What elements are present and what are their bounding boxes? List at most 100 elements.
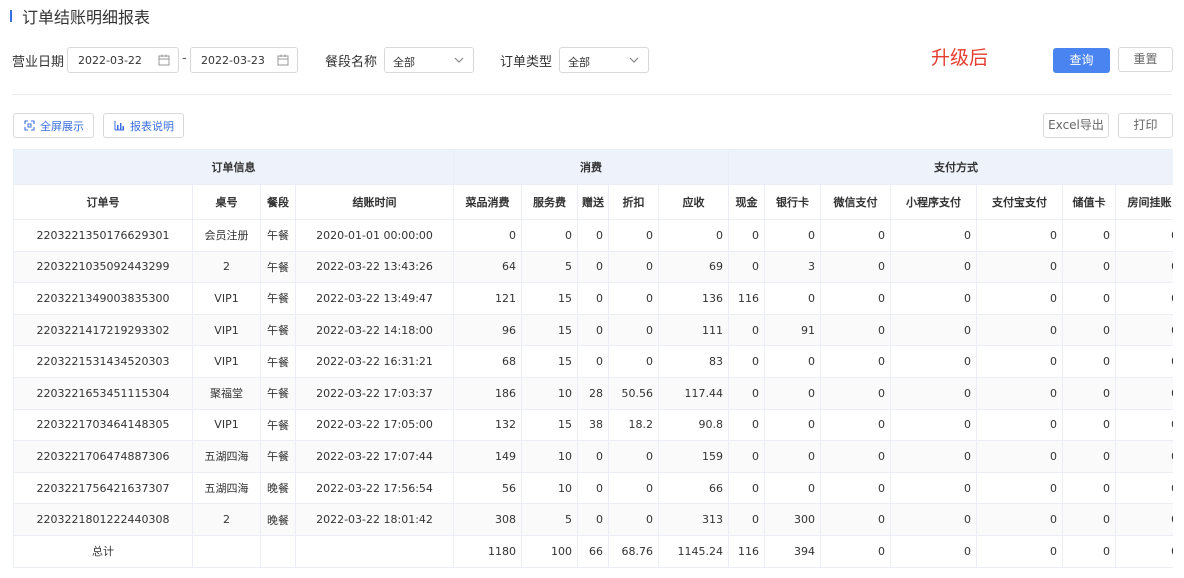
table-cell: 83	[657, 345, 730, 378]
table-cell: 96	[453, 313, 522, 347]
table-cell: 午餐	[260, 250, 296, 284]
table-cell: 313	[657, 503, 730, 536]
bar-chart-icon	[114, 121, 124, 131]
table-cell: 308	[453, 503, 522, 536]
table-cell: 10	[521, 376, 578, 410]
chevron-down-icon	[629, 57, 639, 63]
reset-button[interactable]: 重置	[1118, 47, 1173, 72]
table-cell: 午餐	[260, 313, 296, 347]
table-cell: 0	[577, 219, 609, 252]
table-cell: 15	[521, 282, 578, 315]
table-cell: 0	[764, 282, 822, 315]
date-start-picker[interactable]: 2022-03-22	[67, 47, 179, 73]
column-header: 现金	[728, 184, 766, 220]
total-cell: 0	[890, 534, 978, 568]
table-cell: 午餐	[260, 282, 296, 315]
table-row: 2203221703464148305 VIP1 午餐 2022-03-22 17:0…	[13, 408, 1173, 442]
table-cell: 会员注册	[192, 219, 261, 252]
date-end-picker[interactable]: 2022-03-23	[190, 47, 298, 73]
table-cell: 0	[1115, 440, 1173, 473]
table-cell: 0	[1115, 503, 1173, 536]
table-cell: 0	[976, 408, 1064, 442]
table-cell: 3	[764, 250, 822, 284]
column-header: 折扣	[608, 184, 659, 220]
table-cell: 午餐	[260, 376, 296, 410]
table-cell: 28	[577, 376, 609, 410]
table-cell: 0	[764, 440, 822, 473]
table-cell: 0	[577, 250, 609, 284]
title-accent-bar	[10, 10, 12, 22]
total-cell: 66	[577, 534, 609, 568]
table-cell: 0	[608, 250, 659, 284]
column-header: 微信支付	[820, 184, 892, 220]
table-cell: 2022-03-22 16:31:21	[295, 345, 454, 378]
table-cell: 300	[764, 503, 822, 536]
date-separator: -	[182, 51, 187, 66]
table-cell: 0	[890, 282, 978, 315]
table-cell: VIP1	[192, 408, 261, 442]
page-title: 订单结账明细报表	[22, 8, 151, 27]
total-label: 总计	[13, 534, 193, 568]
column-header: 应收	[657, 184, 730, 220]
order-detail-table[interactable]: 订单信息 消费 支付方式 订单号 桌号 餐段 结账时间 菜品消费 服务费 赠送 折扣 应收 现金银…	[13, 149, 1173, 569]
table-cell: 0	[976, 282, 1064, 315]
table-cell: 0	[820, 345, 892, 378]
table-cell: 5	[521, 503, 578, 536]
section-divider	[12, 94, 1172, 95]
table-cell: 0	[577, 471, 609, 505]
table-cell: 2	[192, 503, 261, 536]
table-row: 2203221653451115304 聚福堂 午餐 2022-03-22 17:03…	[13, 376, 1173, 410]
table-cell: 0	[890, 250, 978, 284]
table-cell: 0	[820, 376, 892, 410]
table-cell: 0	[577, 440, 609, 473]
date-label: 营业日期	[12, 55, 65, 70]
table-cell: 0	[890, 440, 978, 473]
table-cell: 晚餐	[260, 471, 296, 505]
total-cell: 0	[1062, 534, 1117, 568]
fullscreen-button[interactable]: 全屏展示	[13, 113, 94, 138]
table-row: 2203221035092443299 2 午餐 2022-03-22 13:43:2…	[13, 250, 1173, 284]
table-cell: 0	[728, 471, 766, 505]
table-cell: 149	[453, 440, 522, 473]
table-cell: 0	[577, 503, 609, 536]
table-cell: 0	[820, 313, 892, 347]
table-cell: 0	[1062, 219, 1117, 252]
table-cell: 2203221756421637307	[13, 471, 193, 505]
table-cell: 0	[728, 313, 766, 347]
total-cell: 394	[764, 534, 822, 568]
filter-bar: 营业日期 2022-03-22 - 2022-03-23 餐段名称 全部 订单类…	[12, 47, 1173, 73]
order-type-select[interactable]: 全部	[559, 47, 649, 73]
table-cell: 116	[728, 282, 766, 315]
table-cell: 2203221801222440308	[13, 503, 193, 536]
excel-export-button[interactable]: Excel导出	[1043, 113, 1109, 138]
total-cell: 0	[820, 534, 892, 568]
table-cell: 0	[1115, 250, 1173, 284]
table-cell: 0	[1115, 313, 1173, 347]
table-row: 2203221706474887306 五湖四海 午餐 2022-03-22 17:0…	[13, 440, 1173, 473]
table-cell: 0	[890, 471, 978, 505]
table-cell: 0	[577, 313, 609, 347]
report-explain-button[interactable]: 报表说明	[103, 113, 184, 138]
query-button[interactable]: 查询	[1053, 48, 1110, 73]
table-cell: 18.2	[608, 408, 659, 442]
table-cell: 0	[521, 219, 578, 252]
table-cell: 10	[521, 440, 578, 473]
table-cell: 0	[728, 440, 766, 473]
total-cell: 1145.24	[657, 534, 730, 568]
table-cell: 56	[453, 471, 522, 505]
table-cell: 0	[608, 282, 659, 315]
table-cell: 0	[608, 440, 659, 473]
total-cell: 68.76	[608, 534, 659, 568]
table-cell: 69	[657, 250, 730, 284]
table-row: 2203221417219293302 VIP1 午餐 2022-03-22 14:1…	[13, 313, 1173, 347]
meal-period-select[interactable]: 全部	[384, 47, 474, 73]
table-cell: 15	[521, 408, 578, 442]
table-cell: 2022-03-22 14:18:00	[295, 313, 454, 347]
table-cell: 0	[608, 313, 659, 347]
print-button[interactable]: 打印	[1118, 113, 1173, 138]
table-cell: 2022-03-22 17:03:37	[295, 376, 454, 410]
table-cell: 117.44	[657, 376, 730, 410]
table-cell: 0	[728, 503, 766, 536]
table-cell: VIP1	[192, 282, 261, 315]
table-cell: VIP1	[192, 345, 261, 378]
